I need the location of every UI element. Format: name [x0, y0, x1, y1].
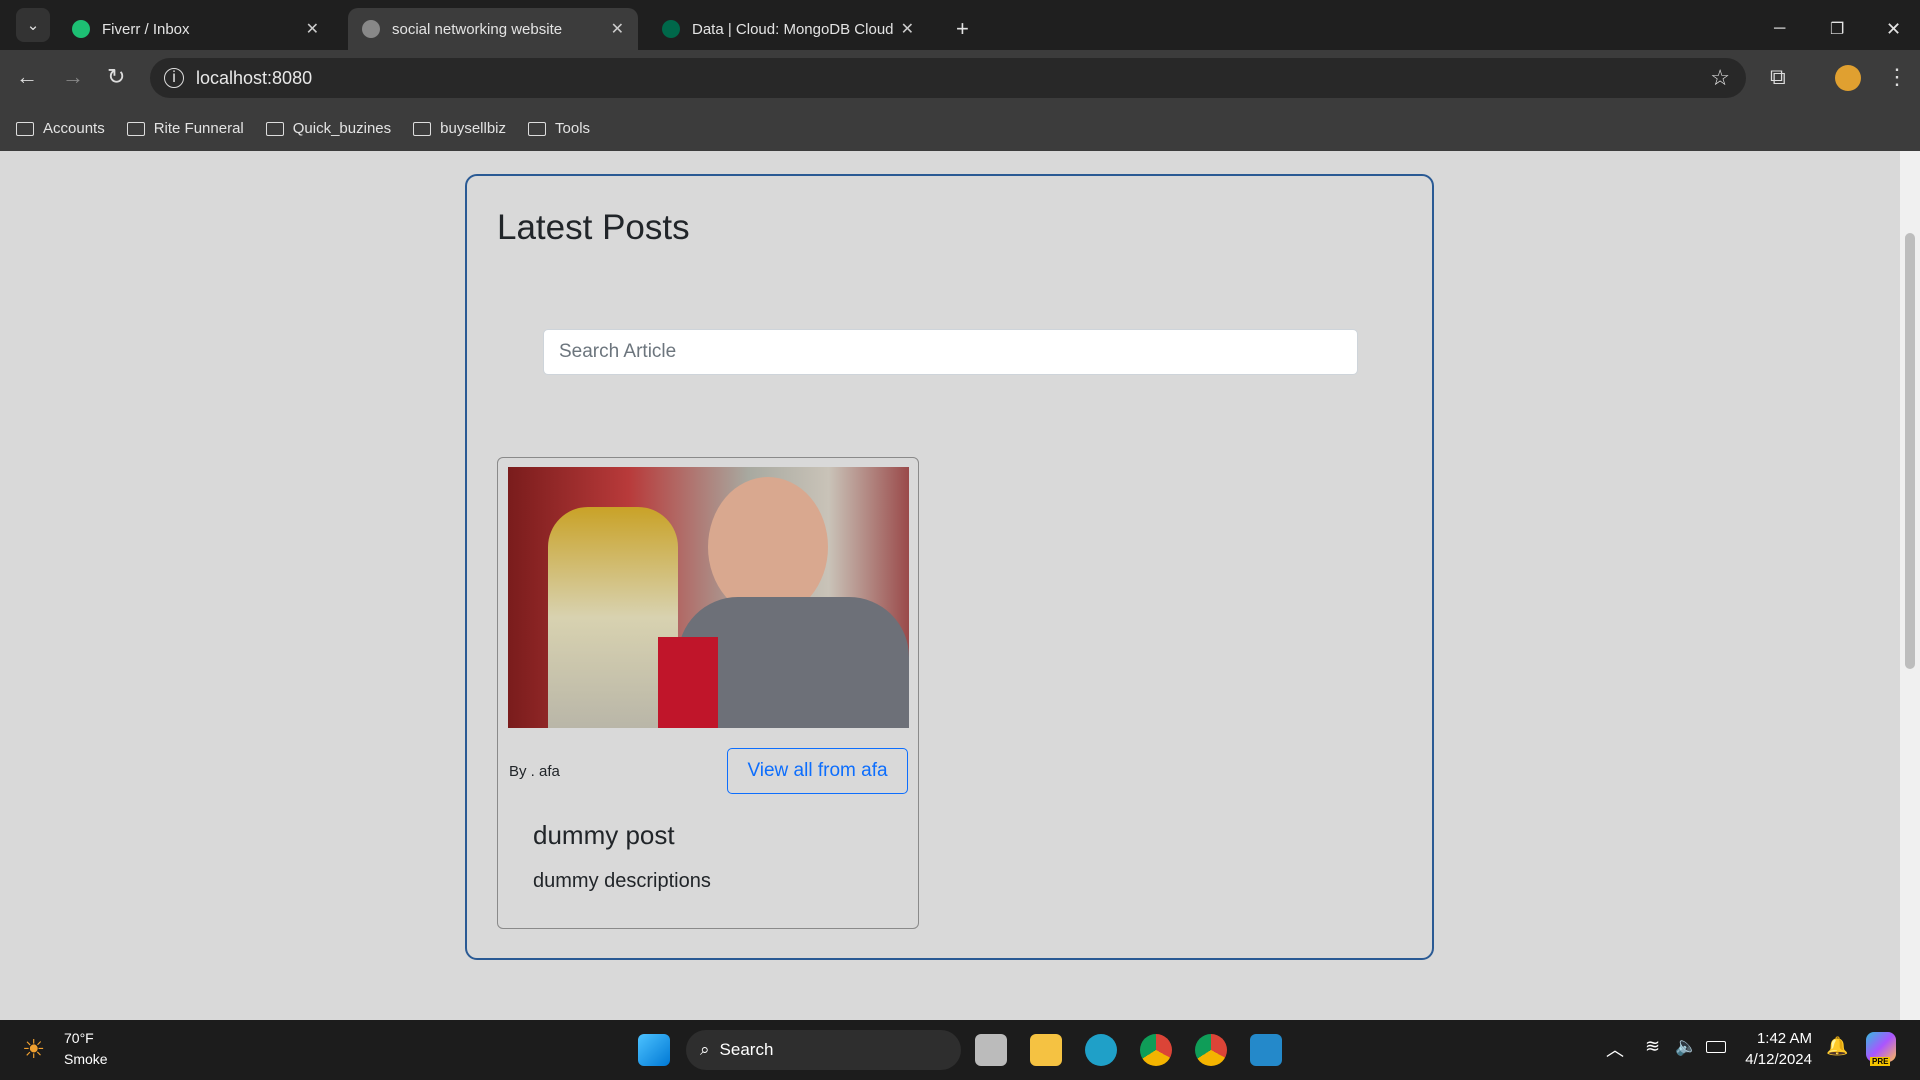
- tab-social[interactable]: social networking website ✕: [348, 8, 638, 50]
- bookmark-accounts[interactable]: Accounts: [16, 120, 105, 137]
- folder-icon: [528, 121, 547, 136]
- chrome-profile-icon[interactable]: [1195, 1034, 1227, 1066]
- close-tab-icon[interactable]: ✕: [611, 19, 624, 39]
- bookmark-buysellbiz[interactable]: buysellbiz: [413, 120, 506, 137]
- tab-bar: ⌄ Fiverr / Inbox ✕ social networking webs…: [0, 0, 1920, 50]
- toolbar: ← → ↻ i localhost:8080 ☆ ⧉ ⋮: [0, 50, 1920, 106]
- bookmark-rite-funneral[interactable]: Rite Funneral: [126, 120, 244, 137]
- menu-icon[interactable]: ⋮: [1886, 64, 1908, 90]
- page-title: Latest Posts: [497, 208, 690, 247]
- new-tab-button[interactable]: +: [942, 8, 983, 50]
- tab-search-button[interactable]: ⌄: [16, 8, 50, 42]
- taskbar-search[interactable]: ⌕ Search: [686, 1030, 961, 1070]
- post-title: dummy post: [533, 820, 675, 850]
- bookmark-label: buysellbiz: [440, 120, 507, 137]
- profile-avatar[interactable]: [1835, 65, 1861, 91]
- search-input[interactable]: Search Article: [543, 329, 1358, 375]
- url-text: localhost:8080: [196, 67, 313, 88]
- clock-date[interactable]: 4/12/2024: [1745, 1051, 1812, 1068]
- tab-title: Fiverr / Inbox: [102, 20, 190, 38]
- vscode-icon[interactable]: [1250, 1034, 1282, 1066]
- copilot-badge: PRE: [1870, 1057, 1891, 1066]
- extensions-icon[interactable]: ⧉: [1770, 64, 1786, 90]
- windows-start-icon[interactable]: [638, 1034, 670, 1066]
- forward-icon[interactable]: →: [62, 64, 84, 90]
- close-tab-icon[interactable]: ✕: [901, 19, 914, 39]
- bookmark-label: Quick_buzines: [292, 120, 392, 137]
- address-bar[interactable]: i localhost:8080 ☆: [150, 58, 1746, 98]
- globe-icon: [362, 20, 380, 38]
- taskbar-search-label: Search: [719, 1040, 774, 1059]
- posts-container: Latest Posts Search Article By . afa Vie…: [465, 174, 1434, 960]
- clock-time[interactable]: 1:42 AM: [1757, 1030, 1812, 1047]
- scrollbar[interactable]: [1900, 151, 1920, 1020]
- bookmark-tools[interactable]: Tools: [528, 120, 590, 137]
- folder-icon: [16, 121, 34, 136]
- view-all-button[interactable]: View all from afa: [727, 748, 908, 794]
- reload-icon[interactable]: ↻: [107, 64, 125, 90]
- weather-temp[interactable]: 70°F: [64, 1030, 94, 1046]
- bookmark-label: Rite Funneral: [153, 120, 244, 137]
- file-explorer-icon[interactable]: [1030, 1034, 1062, 1066]
- task-view-icon[interactable]: [975, 1034, 1007, 1066]
- search-icon: ⌕: [700, 1040, 710, 1059]
- copilot-icon[interactable]: PRE: [1866, 1032, 1896, 1066]
- mongodb-leaf-icon: [662, 20, 680, 38]
- close-tab-icon[interactable]: ✕: [306, 19, 319, 39]
- back-icon[interactable]: ←: [16, 64, 38, 90]
- folder-icon: [413, 121, 432, 136]
- restore-button[interactable]: ❐: [1816, 8, 1858, 50]
- post-card: By . afa View all from afa dummy post du…: [497, 457, 919, 929]
- chrome-icon[interactable]: [1140, 1034, 1172, 1066]
- taskbar: ☀ 70°F Smoke ⌕ Search ︿ ≋ 🔈 1:42 AM 4/12/…: [0, 1020, 1920, 1080]
- tab-title: Data | Cloud: MongoDB Cloud: [692, 20, 894, 38]
- folder-icon: [265, 121, 284, 136]
- chevron-down-icon: ⌄: [26, 17, 40, 34]
- tab-mongodb[interactable]: Data | Cloud: MongoDB Cloud ✕: [648, 8, 928, 50]
- bookmark-quick-buzines[interactable]: Quick_buzines: [265, 120, 392, 137]
- page-content: Latest Posts Search Article By . afa Vie…: [0, 151, 1900, 1020]
- bookmark-label: Accounts: [43, 120, 105, 137]
- notification-bell-icon[interactable]: 🔔: [1826, 1036, 1848, 1057]
- chevron-up-icon[interactable]: ︿: [1606, 1036, 1624, 1062]
- bookmarks-bar: Accounts Rite Funneral Quick_buzines buy…: [0, 106, 1920, 151]
- bookmark-label: Tools: [555, 120, 591, 137]
- site-info-icon[interactable]: i: [164, 68, 184, 88]
- weather-desc[interactable]: Smoke: [64, 1051, 108, 1067]
- tab-title: social networking website: [392, 20, 563, 38]
- edge-icon[interactable]: [1085, 1034, 1117, 1066]
- post-image: [508, 467, 909, 728]
- close-window-button[interactable]: ✕: [1872, 8, 1915, 50]
- bookmark-star-icon[interactable]: ☆: [1710, 65, 1730, 91]
- battery-icon[interactable]: [1706, 1041, 1726, 1053]
- fiverr-icon: [72, 20, 90, 38]
- tab-fiverr[interactable]: Fiverr / Inbox ✕: [58, 8, 333, 50]
- volume-icon[interactable]: 🔈: [1675, 1036, 1697, 1057]
- minimize-button[interactable]: ─: [1760, 8, 1799, 50]
- wifi-icon[interactable]: ≋: [1645, 1036, 1660, 1057]
- folder-icon: [126, 121, 145, 136]
- scrollbar-thumb[interactable]: [1905, 233, 1915, 669]
- post-author: By . afa: [509, 763, 560, 780]
- post-description: dummy descriptions: [533, 870, 711, 892]
- weather-icon: ☀: [22, 1034, 46, 1064]
